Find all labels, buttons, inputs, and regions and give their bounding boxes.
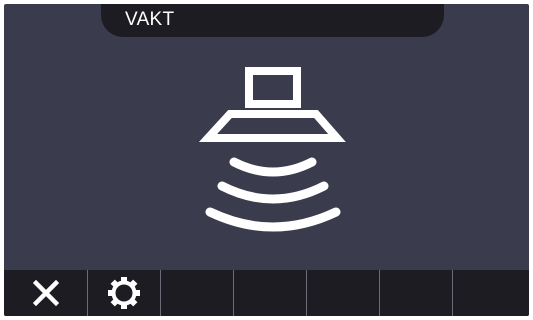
toolbar-slot-4[interactable] <box>234 270 307 316</box>
bottom-toolbar <box>4 270 529 316</box>
title-tab: VAKT <box>101 4 444 37</box>
toolbar-slot-3[interactable] <box>161 270 234 316</box>
settings-icon <box>108 277 140 309</box>
toolbar-slot-5[interactable] <box>307 270 380 316</box>
hood-fan-icon <box>198 67 346 232</box>
toolbar-slot-7[interactable] <box>453 270 529 316</box>
close-icon <box>32 280 59 306</box>
close-button[interactable] <box>4 270 88 316</box>
toolbar-slot-6[interactable] <box>380 270 453 316</box>
settings-button[interactable] <box>88 270 161 316</box>
page-title: VAKT <box>125 9 175 30</box>
device-screen: VAKT <box>4 4 529 316</box>
